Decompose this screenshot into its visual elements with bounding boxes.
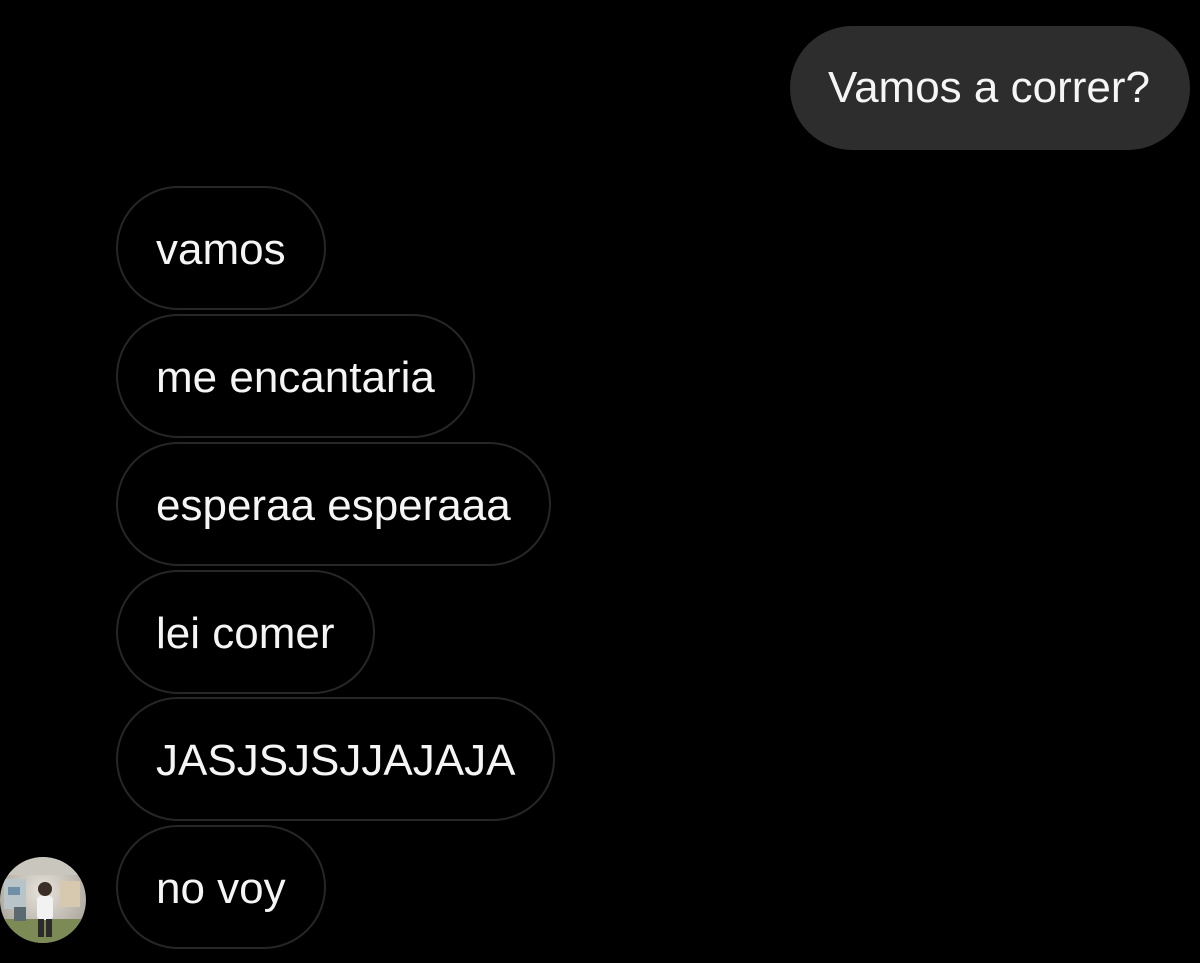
message-bubble-received[interactable]: vamos bbox=[116, 186, 326, 310]
message-bubble-received[interactable]: esperaa esperaaa bbox=[116, 442, 551, 566]
message-bubble-received[interactable]: no voy bbox=[116, 825, 326, 949]
chat-thread: Vamos a correr? vamos me encantaria espe… bbox=[0, 0, 1200, 963]
user-avatar-photo-icon bbox=[0, 857, 86, 943]
avatar[interactable] bbox=[0, 857, 86, 943]
message-bubble-received[interactable]: me encantaria bbox=[116, 314, 475, 438]
message-bubble-received[interactable]: lei comer bbox=[116, 570, 375, 694]
message-bubble-received[interactable]: JASJSJSJJAJAJA bbox=[116, 697, 556, 821]
message-bubble-sent[interactable]: Vamos a correr? bbox=[790, 26, 1190, 150]
